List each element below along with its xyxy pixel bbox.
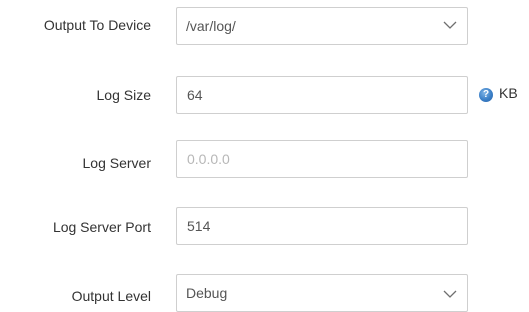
output-level-value: Debug	[186, 285, 228, 301]
help-icon[interactable]: ?	[479, 88, 493, 102]
log-size-input[interactable]	[176, 76, 468, 114]
output-to-device-label: Output To Device	[43, 17, 151, 33]
log-server-port-label: Log Server Port	[52, 219, 151, 235]
output-to-device-value: /var/log/	[186, 18, 236, 34]
chevron-down-icon	[443, 21, 457, 29]
output-to-device-select[interactable]: /var/log/	[176, 7, 468, 45]
log-server-port-input[interactable]	[176, 207, 468, 245]
output-level-label: Output Level	[71, 288, 151, 304]
output-level-select[interactable]: Debug	[176, 274, 468, 312]
log-size-unit: KB	[499, 85, 518, 101]
log-server-input[interactable]	[176, 140, 468, 178]
log-size-label: Log Size	[96, 87, 151, 103]
chevron-down-icon	[443, 290, 457, 298]
log-server-label: Log Server	[82, 155, 151, 171]
